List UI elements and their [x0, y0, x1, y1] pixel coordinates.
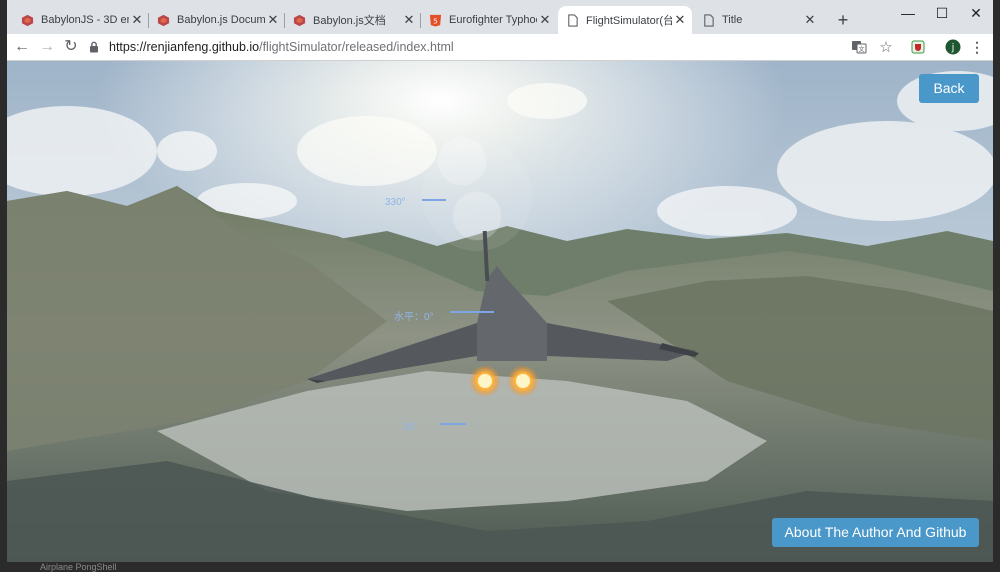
back-arrow-icon[interactable]: ←	[12, 37, 32, 57]
tab-title: Babylon.js文档	[313, 15, 386, 27]
close-tab-icon[interactable]: ✕	[672, 12, 688, 28]
translate-icon[interactable]: 文	[850, 38, 868, 56]
tab-flightsimulator[interactable]: FlightSimulator(台风 ✕	[558, 6, 692, 34]
tab-eurofighter[interactable]: 5 Eurofighter Typhoon ✕	[421, 6, 557, 34]
babylon-logo-icon	[157, 14, 170, 26]
close-tab-icon[interactable]: ✕	[401, 12, 417, 28]
back-button[interactable]: Back	[919, 74, 979, 103]
browser-toolbar: ← → ↻ https://renjianfeng.github.io/flig…	[7, 34, 993, 61]
scene-render	[7, 61, 993, 562]
profile-avatar[interactable]: j	[944, 38, 962, 56]
browser-window: BabylonJS - 3D engine ✕ Babylon.js Docum…	[7, 0, 993, 562]
forward-arrow-icon[interactable]: →	[37, 37, 57, 57]
tab-title-page[interactable]: Title ✕	[694, 6, 822, 34]
tab-babylonjs[interactable]: BabylonJS - 3D engine ✕	[13, 6, 149, 34]
hud-pitch-label: 30°	[403, 422, 419, 433]
bookmark-star-icon[interactable]: ☆	[877, 38, 895, 56]
url-host: https://renjianfeng.github.io	[109, 40, 260, 54]
page-icon	[568, 13, 578, 27]
tab-title: FlightSimulator(台风	[586, 15, 672, 27]
babylon-logo-icon	[293, 14, 306, 26]
tab-title: BabylonJS - 3D engine	[41, 14, 129, 26]
page-icon	[704, 13, 714, 27]
close-window-button[interactable]: ✕	[959, 3, 993, 23]
tab-strip: BabylonJS - 3D engine ✕ Babylon.js Docum…	[7, 0, 993, 34]
tab-title: Title	[722, 14, 743, 26]
close-tab-icon[interactable]: ✕	[265, 12, 281, 28]
close-tab-icon[interactable]: ✕	[802, 12, 818, 28]
close-tab-icon[interactable]: ✕	[129, 12, 145, 28]
about-author-github-button[interactable]: About The Author And Github	[772, 518, 979, 547]
hud-heading-label: 330°	[385, 197, 406, 208]
tab-babylonjs-cn-docs[interactable]: Babylon.js文档 ✕	[285, 6, 421, 34]
extension-shield-icon[interactable]	[909, 38, 927, 56]
lock-icon	[90, 41, 98, 53]
hud-pitch-tick	[440, 423, 466, 425]
svg-text:5: 5	[433, 16, 438, 25]
svg-text:文: 文	[858, 46, 864, 54]
hud-heading-tick	[422, 199, 446, 201]
menu-dots-icon[interactable]: ⋮	[968, 38, 986, 56]
hud-horizon-line	[450, 311, 494, 313]
tab-babylonjs-docs[interactable]: Babylon.js Documentation ✕	[149, 6, 285, 34]
url-path: /flightSimulator/released/index.html	[259, 40, 454, 54]
reload-icon[interactable]: ↻	[61, 37, 81, 57]
tab-title: Babylon.js Documentation	[177, 14, 265, 26]
new-tab-button[interactable]: +	[833, 10, 853, 30]
babylon-logo-icon	[21, 14, 34, 26]
maximize-button[interactable]: ☐	[925, 3, 959, 23]
close-tab-icon[interactable]: ✕	[537, 12, 553, 28]
hud-horizon-label: 水平：0°	[394, 312, 434, 323]
html5-icon: 5	[429, 14, 442, 27]
page-caption: Airplane PongShell	[40, 562, 117, 572]
svg-text:j: j	[951, 43, 955, 54]
minimize-button[interactable]: —	[891, 3, 925, 23]
flight-simulator-canvas[interactable]: 330° 水平：0° 30° Back About The Author And…	[7, 61, 993, 562]
tab-title: Eurofighter Typhoon	[449, 14, 537, 26]
address-bar[interactable]: https://renjianfeng.github.io/flightSimu…	[87, 36, 889, 58]
